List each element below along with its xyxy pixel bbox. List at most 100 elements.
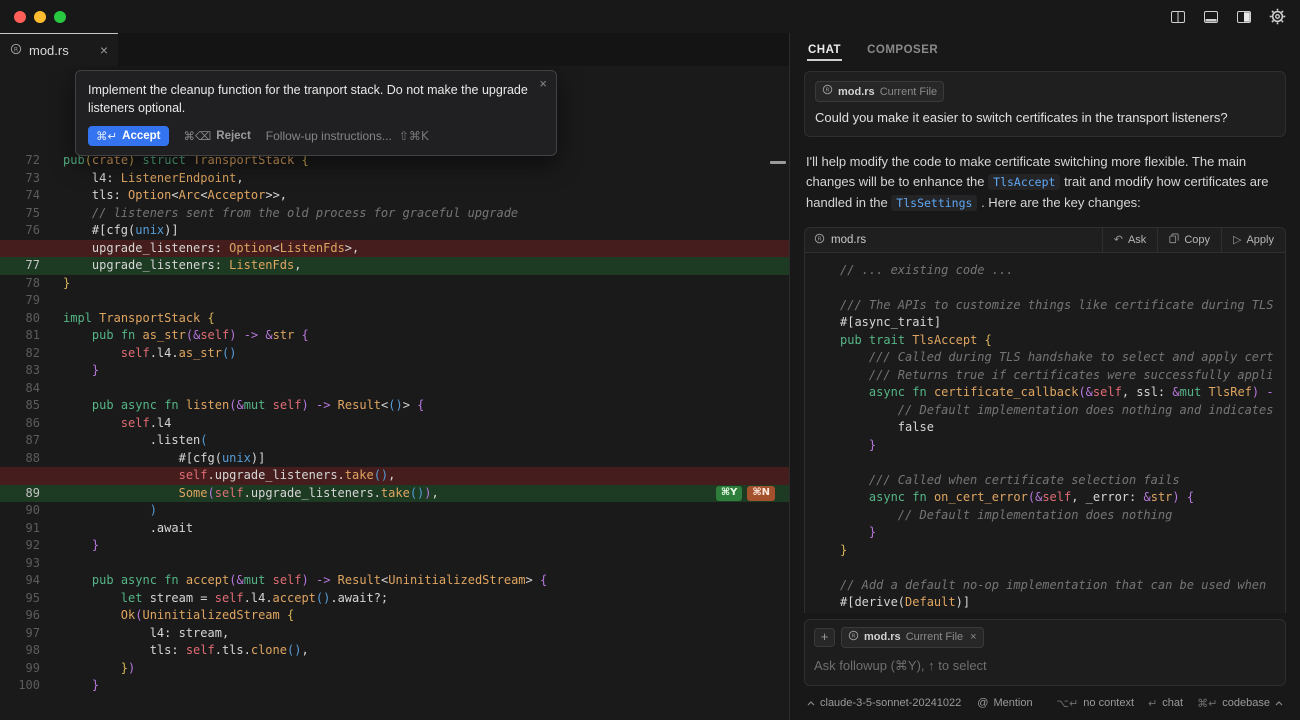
minimize-window-button[interactable] <box>34 11 46 23</box>
code-line: 85 pub async fn listen(&mut self) -> Res… <box>0 397 789 415</box>
shortcut-no-context[interactable]: ⌥↵no context <box>1056 697 1134 710</box>
play-icon: ▷ <box>1233 233 1241 246</box>
line-number: 72 <box>0 152 40 170</box>
code-block-file-name: mod.rs <box>831 234 866 246</box>
code-line: 82 self.l4.as_str() <box>0 345 789 363</box>
chat-input-area: + R mod.rs Current File × Ask followup (… <box>790 613 1300 720</box>
line-number: 81 <box>0 327 40 345</box>
chip-tag: Current File <box>880 85 937 99</box>
line-number: 76 <box>0 222 40 240</box>
code-line: } <box>817 437 1273 455</box>
line-number: 89 <box>0 485 40 503</box>
tab-label: mod.rs <box>29 43 69 58</box>
line-number: 73 <box>0 170 40 188</box>
code-block-content: // ... existing code .../// The APIs to … <box>805 253 1285 613</box>
svg-text:R: R <box>14 46 18 53</box>
chip-file-name: mod.rs <box>838 85 875 99</box>
toggle-panel-icon[interactable] <box>1203 9 1219 25</box>
split-editor-icon[interactable] <box>1170 9 1186 25</box>
prompt-actions: ⌘↵ Accept ⌘⌫ Reject Follow-up instructio… <box>88 126 544 146</box>
tab-chat[interactable]: CHAT <box>807 41 842 61</box>
tab-mod-rs[interactable]: R mod.rs × <box>0 33 118 66</box>
model-name: claude-3-5-sonnet-20241022 <box>820 697 961 709</box>
context-chip[interactable]: R mod.rs Current File <box>815 81 944 102</box>
accept-label: Accept <box>122 130 160 142</box>
code-line <box>817 279 1273 297</box>
close-window-button[interactable] <box>14 11 26 23</box>
code-line: pub trait TlsAccept { <box>817 332 1273 350</box>
code-line: 96 Ok(UninitializedStream { <box>0 607 789 625</box>
code-line: 74 tls: Option<Arc<Acceptor>>, <box>0 187 789 205</box>
line-number: 83 <box>0 362 40 380</box>
chat-panel-tabs: CHAT COMPOSER <box>790 33 1300 69</box>
rust-file-icon: R <box>10 43 22 58</box>
line-number: 87 <box>0 432 40 450</box>
rust-file-icon: R <box>814 233 825 247</box>
accept-keys: ⌘↵ <box>96 129 117 143</box>
model-selector[interactable]: claude-3-5-sonnet-20241022 <box>807 697 961 709</box>
code-line: 84 <box>0 380 789 398</box>
line-number: 97 <box>0 625 40 643</box>
apply-button[interactable]: ▷ Apply <box>1221 228 1285 252</box>
tab-close-icon[interactable]: × <box>100 43 108 57</box>
code-line: /// Called during TLS handshake to selec… <box>817 349 1273 367</box>
reject-keys: ⌘⌫ <box>184 129 212 143</box>
mention-label: Mention <box>993 697 1032 709</box>
input-context-chip[interactable]: R mod.rs Current File × <box>841 627 984 648</box>
prompt-close-icon[interactable]: × <box>539 76 547 91</box>
svg-text:R: R <box>852 633 856 639</box>
footer-shortcuts: ⌥↵no context ↵chat ⌘↵codebase <box>1056 697 1283 710</box>
settings-gear-icon[interactable] <box>1269 8 1286 25</box>
line-number: 94 <box>0 572 40 590</box>
line-number: 96 <box>0 607 40 625</box>
ask-label: Ask <box>1128 234 1146 246</box>
code-line: /// Called when certificate selection fa… <box>817 472 1273 490</box>
code-line: #[async_trait] <box>817 314 1273 332</box>
line-number: 92 <box>0 537 40 555</box>
shortcut-chat[interactable]: ↵chat <box>1148 697 1183 710</box>
line-number: 99 <box>0 660 40 678</box>
input-placeholder: Ask followup (⌘Y), ↑ to select <box>814 658 1276 674</box>
chat-input[interactable]: + R mod.rs Current File × Ask followup (… <box>804 619 1286 686</box>
add-context-button[interactable]: + <box>814 628 835 647</box>
code-editor[interactable]: 72pub(crate) struct TransportStack {73 l… <box>0 66 789 720</box>
line-number: 85 <box>0 397 40 415</box>
mention-button[interactable]: @ Mention <box>977 697 1032 709</box>
line-number: 75 <box>0 205 40 223</box>
followup-instructions-button[interactable]: Follow-up instructions... ⇧⌘K <box>266 129 429 143</box>
code-line: /// The APIs to customize things like ce… <box>817 297 1273 315</box>
scrollbar-thumb[interactable] <box>770 161 786 164</box>
code-line: upgrade_listeners: Option<ListenFds>, <box>0 240 789 258</box>
code-line: 83 } <box>0 362 789 380</box>
diff-accept-badge[interactable]: ⌘Y <box>716 486 743 501</box>
code-line: #[derive(Default)] <box>817 594 1273 612</box>
code-lines: 72pub(crate) struct TransportStack {73 l… <box>0 66 789 695</box>
toggle-secondary-sidebar-icon[interactable] <box>1236 9 1252 25</box>
line-number <box>0 467 40 485</box>
code-line: 92 } <box>0 537 789 555</box>
inline-code: TlsAccept <box>988 174 1060 190</box>
code-line: async fn certificate_callback(&self, ssl… <box>817 384 1273 402</box>
accept-button[interactable]: ⌘↵ Accept <box>88 126 169 146</box>
code-line: 75 // listeners sent from the old proces… <box>0 205 789 223</box>
line-number: 78 <box>0 275 40 293</box>
line-number: 77 <box>0 257 40 275</box>
code-line: 97 l4: stream, <box>0 625 789 643</box>
ask-button[interactable]: ↶ Ask <box>1102 228 1158 252</box>
zoom-window-button[interactable] <box>54 11 66 23</box>
copy-button[interactable]: Copy <box>1157 228 1221 252</box>
code-line: 91 .await <box>0 520 789 538</box>
chat-code-block: R mod.rs ↶ Ask C <box>804 227 1286 613</box>
shortcut-codebase[interactable]: ⌘↵codebase <box>1197 697 1283 710</box>
followup-keys: ⇧⌘K <box>399 129 429 143</box>
code-line: 77 upgrade_listeners: ListenFds, <box>0 257 789 275</box>
chevron-up-icon <box>807 701 815 706</box>
chip-close-icon[interactable]: × <box>970 630 976 644</box>
tab-composer[interactable]: COMPOSER <box>866 41 939 61</box>
chat-conversation: R mod.rs Current File Could you make it … <box>790 69 1300 613</box>
code-block-actions: ↶ Ask Copy ▷ Apply <box>1102 228 1285 252</box>
diff-reject-badge[interactable]: ⌘N <box>747 486 775 501</box>
code-line: 86 self.l4 <box>0 415 789 433</box>
code-line: 76 #[cfg(unix)] <box>0 222 789 240</box>
reject-button[interactable]: ⌘⌫ Reject <box>184 129 251 143</box>
